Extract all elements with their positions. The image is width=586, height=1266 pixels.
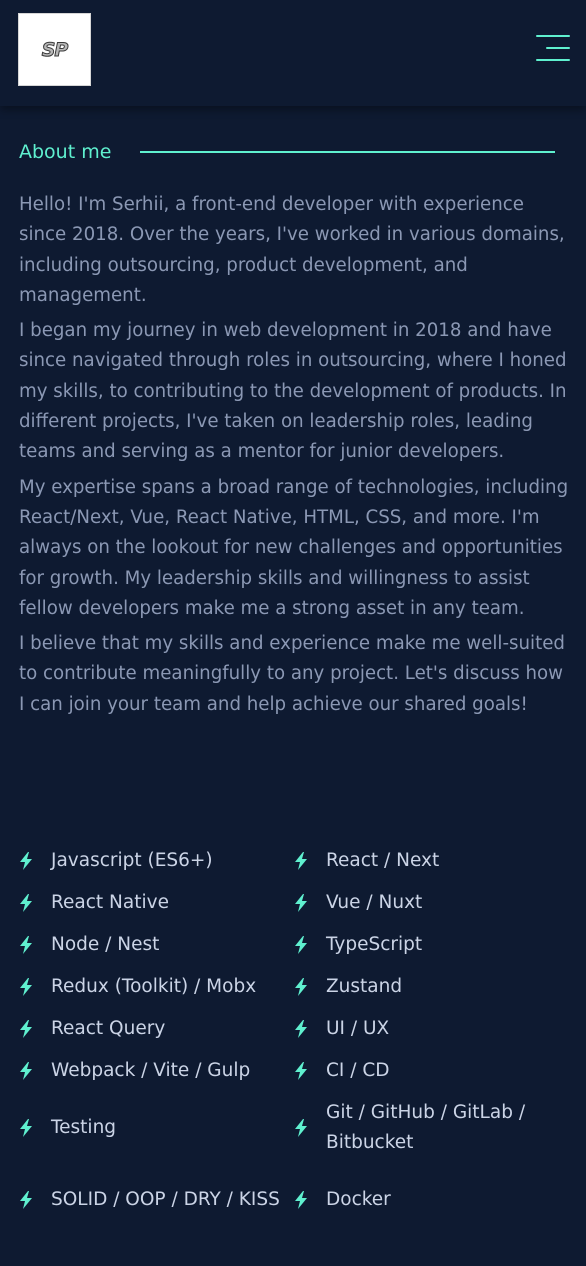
skill-item: React Native [19,882,294,924]
lightning-bolt-icon [19,1191,33,1209]
lightning-bolt-icon [19,936,33,954]
skill-label: Docker [326,1188,391,1210]
section-title: About me [19,141,112,163]
skill-label: Zustand [326,975,403,997]
skill-item: React Query [19,1008,294,1050]
skill-item: Git / GitHub / GitLab / Bitbucket [294,1092,569,1164]
skill-item: UI / UX [294,1008,569,1050]
about-paragraph: My expertise spans a broad range of tech… [19,476,569,619]
skill-item: Webpack / Vite / Gulp [19,1050,294,1092]
skill-label: Webpack / Vite / Gulp [51,1059,251,1081]
skill-label: React / Next [326,849,440,871]
skill-item: Zustand [294,966,569,1008]
lightning-bolt-icon [294,978,308,996]
skill-label: Git / GitHub / GitLab / Bitbucket [326,1101,526,1154]
skill-label: Node / Nest [51,933,160,955]
lightning-bolt-icon [294,1020,308,1038]
skill-item: Testing [19,1092,294,1164]
lightning-bolt-icon [294,1119,308,1137]
about-paragraph: I believe that my skills and experience … [19,633,565,715]
hamburger-menu-icon[interactable] [530,32,570,64]
skill-label: TypeScript [326,933,423,955]
section-heading: About me [19,138,555,166]
lightning-bolt-icon [294,1062,308,1080]
logo-text: SP [41,38,69,61]
site-header: SP [0,0,586,106]
lightning-bolt-icon [294,1191,308,1209]
skill-item: Javascript (ES6+) [19,840,294,882]
skill-item: Redux (Toolkit) / Mobx [19,966,294,1008]
about-paragraph: Hello! I'm Serhii, a front-end developer… [19,194,565,306]
about-paragraph: I began my journey in web development in… [19,320,567,463]
lightning-bolt-icon [19,852,33,870]
skill-label: React Native [51,891,169,913]
lightning-bolt-icon [19,978,33,996]
lightning-bolt-icon [19,1020,33,1038]
skill-label: Testing [51,1116,117,1138]
section-divider [140,151,555,153]
skill-item: React / Next [294,840,569,882]
skill-item: Vue / Nuxt [294,882,569,924]
skill-label: Redux (Toolkit) / Mobx [51,975,257,997]
skill-label: SOLID / OOP / DRY / KISS [51,1188,280,1210]
about-text: Hello! I'm Serhii, a front-end developer… [19,190,571,725]
lightning-bolt-icon [294,936,308,954]
skill-label: CI / CD [326,1059,390,1081]
skill-item: TypeScript [294,924,569,966]
skill-label: React Query [51,1017,166,1039]
skill-item: CI / CD [294,1050,569,1092]
skill-label: Vue / Nuxt [326,891,423,913]
skills-list: Javascript (ES6+) React / Next React Nativ… [19,840,569,1236]
lightning-bolt-icon [294,852,308,870]
lightning-bolt-icon [19,894,33,912]
skill-label: UI / UX [326,1017,390,1039]
skill-item: SOLID / OOP / DRY / KISS [19,1164,294,1236]
skill-item: Docker [294,1164,569,1236]
logo[interactable]: SP [18,13,91,86]
lightning-bolt-icon [294,894,308,912]
lightning-bolt-icon [19,1119,33,1137]
skill-label: Javascript (ES6+) [51,849,213,871]
skill-item: Node / Nest [19,924,294,966]
lightning-bolt-icon [19,1062,33,1080]
